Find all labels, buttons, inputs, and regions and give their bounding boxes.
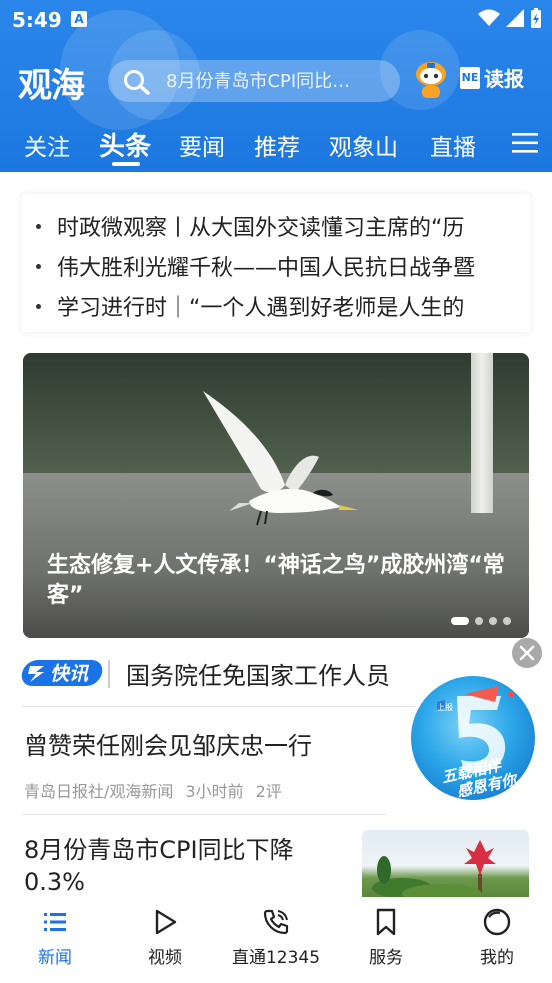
- tab-recommend[interactable]: 推荐: [254, 128, 300, 162]
- news-time: 3小时前: [185, 782, 244, 801]
- battery-icon: [531, 8, 541, 28]
- floating-anniversary-ad[interactable]: 上报 五载相伴 感恩有你: [407, 672, 539, 804]
- ticker-text: 时政微观察丨从大国外交读懂习主席的“历: [57, 216, 465, 241]
- bottom-navigation: 新闻 视频 直通12345 服务 我的: [0, 897, 552, 983]
- search-input[interactable]: [166, 60, 386, 102]
- read-newspaper-label: 读报: [484, 67, 524, 91]
- divider: [22, 814, 386, 815]
- status-bar: 5:49 A: [0, 0, 552, 40]
- ad-top-tag: 上报: [437, 703, 453, 712]
- ticker-item[interactable]: 学习进行时｜“一个人遇到好老师是人生的: [36, 289, 464, 323]
- flash-headline: 国务院任免国家工作人员: [126, 662, 390, 690]
- ticker-item[interactable]: 时政微观察丨从大国外交读懂习主席的“历: [36, 209, 464, 243]
- app-notification-icon: A: [71, 11, 87, 27]
- news-list-icon: [44, 913, 66, 931]
- tab-follow[interactable]: 关注: [24, 128, 70, 162]
- channel-tabs: 关注 头条 要闻 推荐 观象山 直播: [0, 124, 552, 168]
- nav-label: 服务: [369, 948, 403, 968]
- nav-hotline-12345[interactable]: 直通12345: [221, 907, 331, 968]
- news-title: 曾赞荣任刚会见邹庆忠一行: [24, 732, 312, 760]
- carousel-dot: [489, 617, 497, 625]
- status-time: 5:49: [12, 8, 62, 32]
- bullet-icon: [36, 303, 41, 309]
- robot-icon: [416, 62, 446, 98]
- cell-signal-icon: [506, 9, 524, 27]
- carousel-dot: [475, 617, 483, 625]
- active-tab-indicator: [112, 162, 140, 166]
- flash-separator: [108, 660, 110, 688]
- search-bar[interactable]: [108, 60, 400, 102]
- flash-lightning-icon: [28, 666, 44, 682]
- play-icon: [155, 909, 177, 935]
- carousel-dot: [503, 617, 511, 625]
- system-icons: [478, 8, 542, 28]
- bullet-icon: [36, 223, 41, 229]
- nav-label: 我的: [480, 948, 514, 968]
- ai-assistant-button[interactable]: [410, 58, 452, 100]
- newspaper-icon: NE: [460, 66, 480, 89]
- news-thumbnail: [362, 830, 529, 897]
- tab-guanxiangshan[interactable]: 观象山: [329, 128, 398, 162]
- nav-video[interactable]: 视频: [110, 907, 220, 968]
- hero-title: 生态修复+人文传承！“神话之鸟”成胶州湾“常客”: [47, 553, 505, 608]
- nav-label: 视频: [148, 948, 182, 968]
- news-comments: 2评: [255, 782, 282, 801]
- news-source: 青岛日报社/观海新闻: [24, 782, 174, 801]
- search-icon: [124, 70, 150, 95]
- flash-badge-label: 快讯: [50, 663, 89, 685]
- phone-call-icon: [263, 909, 289, 935]
- app-header: 5:49 A 观海 NE 读报 关注 头条 要闻 推荐 观象山 直播: [0, 0, 552, 172]
- headline-ticker: 时政微观察丨从大国外交读懂习主席的“历 伟大胜利光耀千秋——中国人民抗日战争暨 …: [22, 194, 530, 332]
- hero-carousel[interactable]: 生态修复+人文传承！“神话之鸟”成胶州湾“常客”: [23, 353, 529, 638]
- tab-headlines[interactable]: 头条: [99, 126, 151, 163]
- tab-live[interactable]: 直播: [430, 128, 476, 162]
- bullet-icon: [36, 263, 41, 269]
- nav-news[interactable]: 新闻: [0, 907, 110, 968]
- news-feed[interactable]: 时政微观察丨从大国外交读懂习主席的“历 伟大胜利光耀千秋——中国人民抗日战争暨 …: [0, 172, 552, 897]
- ticker-item[interactable]: 伟大胜利光耀千秋——中国人民抗日战争暨: [36, 249, 475, 283]
- bookmark-icon: [376, 908, 396, 936]
- ticker-text: 学习进行时｜“一个人遇到好老师是人生的: [57, 296, 465, 321]
- news-meta: 青岛日报社/观海新闻 3小时前 2评: [24, 778, 282, 802]
- read-newspaper-button[interactable]: NE 读报: [460, 63, 524, 92]
- nav-services[interactable]: 服务: [331, 907, 441, 968]
- ticker-text: 伟大胜利光耀千秋——中国人民抗日战争暨: [57, 256, 476, 281]
- close-ad-button[interactable]: [512, 638, 542, 668]
- channel-menu-icon[interactable]: [512, 130, 538, 156]
- app-logo[interactable]: 观海: [18, 58, 85, 107]
- garden-image: [372, 840, 496, 897]
- nav-label: 直通12345: [231, 948, 321, 968]
- carousel-indicator: [451, 617, 511, 625]
- wifi-icon: [478, 9, 500, 26]
- nav-profile[interactable]: 我的: [442, 907, 552, 968]
- nav-label: 新闻: [38, 948, 72, 968]
- profile-icon: [483, 908, 511, 936]
- tab-important-news[interactable]: 要闻: [179, 128, 225, 162]
- carousel-dot-active: [451, 617, 469, 625]
- news-title: 8月份青岛市CPI同比下降0.3%: [24, 836, 294, 896]
- close-icon: [519, 645, 535, 661]
